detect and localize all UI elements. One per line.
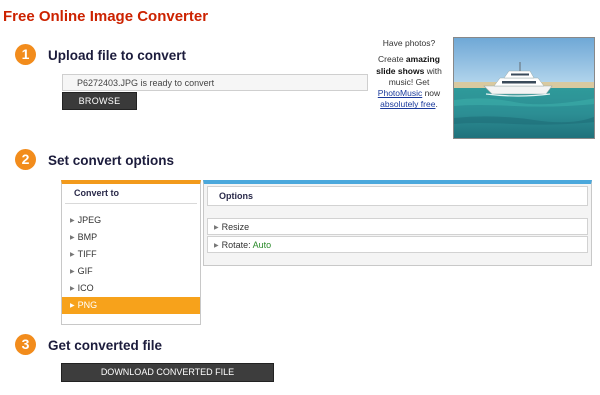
chevron-right-icon: ▶ bbox=[70, 235, 75, 241]
promo-line-3: slide shows with bbox=[376, 65, 442, 76]
step-2-badge: 2 bbox=[15, 149, 36, 170]
option-resize[interactable]: ▶ Resize bbox=[207, 218, 588, 235]
options-panel: Options ▶ Resize ▶ Rotate: Auto bbox=[203, 180, 592, 266]
format-item-bmp[interactable]: ▶ BMP bbox=[62, 229, 200, 246]
chevron-right-icon: ▶ bbox=[70, 252, 75, 258]
chevron-right-icon: ▶ bbox=[70, 286, 75, 292]
step-3-badge: 3 bbox=[15, 334, 36, 355]
step-3-title: Get converted file bbox=[48, 338, 163, 353]
format-item-tiff[interactable]: ▶ TIFF bbox=[62, 246, 200, 263]
format-item-gif[interactable]: ▶ GIF bbox=[62, 263, 200, 280]
step-1-title: Upload file to convert bbox=[48, 48, 187, 63]
promo-line-2: Create amazing bbox=[378, 54, 440, 65]
page-title: Free Online Image Converter bbox=[3, 8, 209, 25]
option-rotate[interactable]: ▶ Rotate: Auto bbox=[207, 236, 588, 253]
convert-to-header: Convert to bbox=[65, 184, 197, 204]
download-converted-file-button[interactable]: DOWNLOAD CONVERTED FILE bbox=[61, 363, 274, 382]
format-item-ico[interactable]: ▶ ICO bbox=[62, 280, 200, 297]
format-item-jpeg[interactable]: ▶ JPEG bbox=[62, 212, 200, 229]
promo-line-4: music! Get bbox=[388, 76, 430, 87]
browse-button[interactable]: BROWSE bbox=[62, 92, 137, 110]
chevron-right-icon: ▶ bbox=[70, 269, 75, 275]
step-1-badge: 1 bbox=[15, 44, 36, 65]
rotate-value: Auto bbox=[252, 240, 272, 250]
format-list: ▶ JPEG ▶ BMP ▶ TIFF ▶ GIF ▶ ICO ▶ PNG bbox=[62, 212, 200, 314]
chevron-right-icon: ▶ bbox=[70, 218, 75, 224]
step-2-title: Set convert options bbox=[48, 153, 175, 168]
free-download-link[interactable]: absolutely free bbox=[380, 99, 435, 109]
chevron-right-icon: ▶ bbox=[214, 225, 219, 231]
format-item-png[interactable]: ▶ PNG bbox=[62, 297, 200, 314]
boat-photo-image bbox=[454, 38, 594, 138]
promo-line-6: absolutely free. bbox=[380, 99, 438, 110]
options-header: Options bbox=[207, 186, 588, 206]
boat-photo[interactable] bbox=[453, 37, 595, 139]
convert-to-panel: Convert to ▶ JPEG ▶ BMP ▶ TIFF ▶ GIF ▶ ICO ▶ P… bbox=[61, 180, 201, 325]
file-status-field: P6272403.JPG is ready to convert bbox=[62, 74, 368, 91]
promo-line-5: PhotoMusic now bbox=[377, 88, 441, 99]
promo-line-1: Have photos? bbox=[382, 38, 436, 48]
chevron-right-icon: ▶ bbox=[214, 243, 219, 249]
photomusic-link[interactable]: PhotoMusic bbox=[378, 88, 422, 98]
promo-text: Have photos? Create amazing slide shows … bbox=[368, 38, 450, 111]
chevron-right-icon: ▶ bbox=[70, 303, 75, 309]
